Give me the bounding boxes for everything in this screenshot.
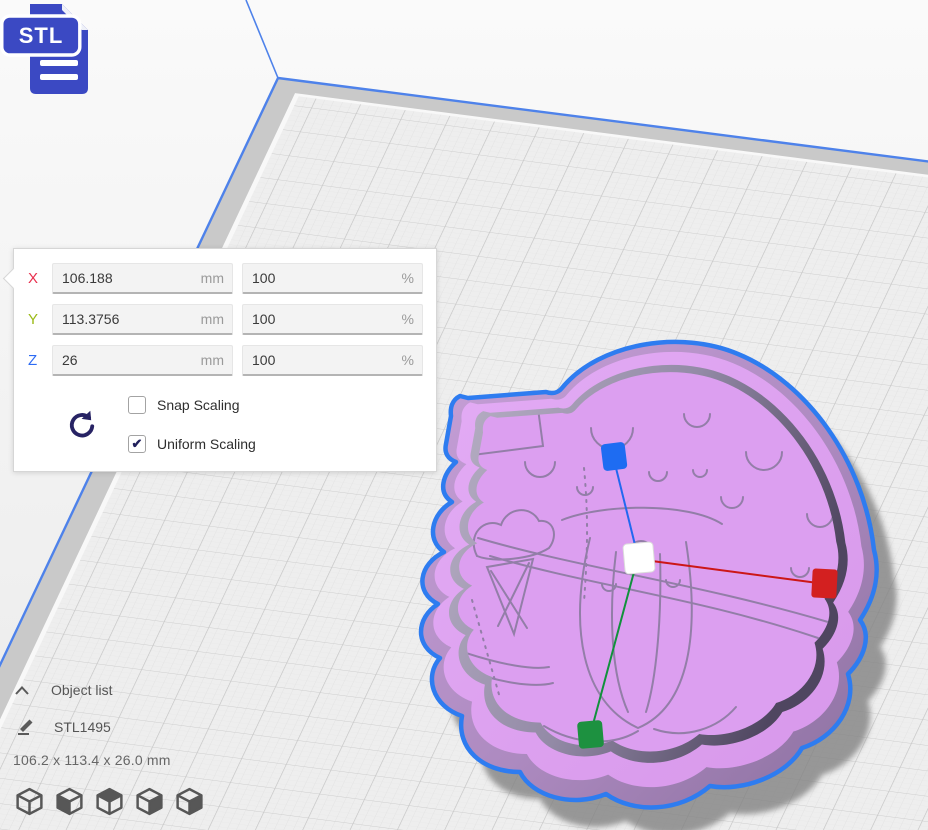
uniform-scaling-label: Uniform Scaling <box>157 436 256 452</box>
x-mm-field-wrap: mm <box>52 263 233 294</box>
x-axis-label: X <box>28 270 52 287</box>
y-pct-field-wrap: % <box>242 304 423 335</box>
front-view-cube-icon <box>54 786 85 817</box>
x-size-input[interactable] <box>52 263 233 294</box>
snap-scaling-row: Snap Scaling <box>128 396 240 414</box>
scale-handle-center-white[interactable] <box>623 542 656 575</box>
x-pct-field-wrap: % <box>242 263 423 294</box>
z-percent-input[interactable] <box>242 345 423 376</box>
right-view-button[interactable] <box>174 786 205 816</box>
snap-scaling-checkbox[interactable] <box>128 396 146 414</box>
scale-row-x: X mm % <box>28 263 423 294</box>
scale-row-y: Y mm % <box>28 304 423 335</box>
z-mm-field-wrap: mm <box>52 345 233 376</box>
reset-rotate-icon <box>67 409 97 441</box>
object-list-header[interactable]: Object list <box>14 682 112 698</box>
y-size-input[interactable] <box>52 304 233 335</box>
z-pct-field-wrap: % <box>242 345 423 376</box>
object-list-title: Object list <box>51 682 112 698</box>
model-stl1495[interactable] <box>421 342 877 808</box>
z-size-input[interactable] <box>52 345 233 376</box>
uniform-scaling-checkbox[interactable]: ✔ <box>128 435 146 453</box>
y-mm-field-wrap: mm <box>52 304 233 335</box>
x-percent-input[interactable] <box>242 263 423 294</box>
left-view-cube-icon <box>134 786 165 817</box>
y-percent-input[interactable] <box>242 304 423 335</box>
pencil-edit-icon <box>16 717 36 736</box>
camera-view-toolbar <box>14 786 205 816</box>
scale-handle-y-green[interactable] <box>577 720 604 749</box>
iso-view-button[interactable] <box>14 786 45 816</box>
scale-handle-x-red[interactable] <box>811 568 837 598</box>
left-view-button[interactable] <box>134 786 165 816</box>
selected-model-dimensions: 106.2 x 113.4 x 26.0 mm <box>13 752 171 768</box>
y-axis-label: Y <box>28 311 52 328</box>
object-list-item[interactable]: STL1495 <box>16 717 111 736</box>
iso-view-cube-icon <box>14 786 45 817</box>
right-view-cube-icon <box>174 786 205 817</box>
snap-scaling-label: Snap Scaling <box>157 397 240 413</box>
chevron-up-icon <box>14 685 30 696</box>
reset-scale-button[interactable] <box>67 409 97 441</box>
object-name: STL1495 <box>54 719 111 735</box>
uniform-scaling-row: ✔ Uniform Scaling <box>128 435 256 453</box>
scale-tool-panel: X mm % Y mm % Z mm % <box>13 248 437 472</box>
stl-badge-label: STL <box>19 23 64 48</box>
build-volume-vertical-edge <box>246 0 278 78</box>
stl-file-icon: STL <box>0 0 95 102</box>
z-axis-label: Z <box>28 352 52 369</box>
top-view-cube-icon <box>94 786 125 817</box>
top-view-button[interactable] <box>94 786 125 816</box>
scale-row-z: Z mm % <box>28 345 423 376</box>
scale-handle-z-blue[interactable] <box>601 442 628 472</box>
front-view-button[interactable] <box>54 786 85 816</box>
